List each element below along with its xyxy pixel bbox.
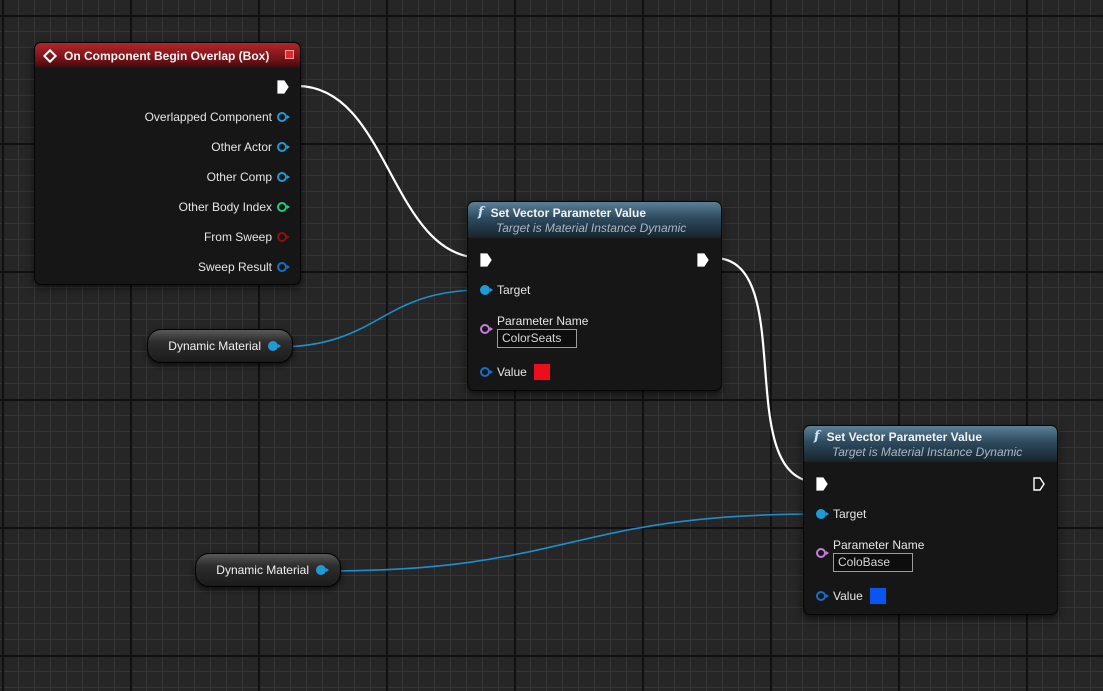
set-vector-node-1-title: Set Vector Parameter Value: [490, 205, 647, 220]
object-pin-icon[interactable]: [277, 172, 290, 182]
event-node-title: On Component Begin Overlap (Box): [64, 48, 270, 63]
pin-row-other-comp[interactable]: Other Comp: [206, 170, 290, 184]
pin-row-other-actor[interactable]: Other Actor: [211, 140, 290, 154]
value-color-swatch[interactable]: [532, 363, 551, 381]
pin-label-from-sweep: From Sweep: [203, 230, 272, 244]
event-node-begin-overlap[interactable]: On Component Begin Overlap (Box) Overlap…: [34, 42, 301, 285]
parameter-name-input[interactable]: ColorSeats: [497, 329, 577, 348]
pin-row-parameter-name[interactable]: Parameter Name ColorSeats: [480, 314, 588, 348]
pin-row-parameter-name[interactable]: Parameter Name ColoBase: [816, 538, 924, 572]
data-wire-var1-to-set1-target: [276, 289, 483, 348]
object-pin-icon[interactable]: [277, 142, 290, 152]
name-pin-icon[interactable]: [816, 548, 829, 558]
function-icon: f: [478, 205, 484, 220]
pin-label-target: Target: [497, 283, 531, 297]
pin-label-parameter-name: Parameter Name: [833, 538, 925, 552]
pin-label-parameter-name: Parameter Name: [497, 314, 589, 328]
data-wire-var2-to-set2-target: [325, 513, 819, 572]
struct-pin-icon[interactable]: [277, 262, 290, 272]
pin-label-value: Value: [497, 365, 527, 379]
event-node-header[interactable]: On Component Begin Overlap (Box): [35, 43, 300, 68]
int-pin-icon[interactable]: [277, 202, 290, 212]
function-icon: f: [814, 429, 820, 444]
set-vector-param-node-1[interactable]: f Set Vector Parameter Value Target is M…: [467, 201, 722, 391]
pin-row-sweep-result[interactable]: Sweep Result: [197, 260, 290, 274]
pin-label-sweep-result: Sweep Result: [197, 260, 272, 274]
set-vector-param-node-2[interactable]: f Set Vector Parameter Value Target is M…: [803, 425, 1058, 615]
vector-pin-icon[interactable]: [480, 367, 493, 377]
exec-in-pin-icon[interactable]: [480, 253, 492, 267]
pin-row-target[interactable]: Target: [480, 283, 530, 297]
value-color-swatch[interactable]: [868, 587, 887, 605]
set-vector-node-2-title: Set Vector Parameter Value: [826, 429, 983, 444]
pin-label-overlapped-component: Overlapped Component: [144, 110, 272, 124]
set-vector-node-1-subtitle: Target is Material Instance Dynamic: [496, 221, 687, 235]
pin-label-target: Target: [833, 507, 867, 521]
object-pin-icon[interactable]: [480, 285, 493, 295]
pin-label-other-body-index: Other Body Index: [178, 200, 272, 214]
set-vector-node-2-subtitle: Target is Material Instance Dynamic: [832, 445, 1023, 459]
object-pin-icon[interactable]: [268, 341, 281, 351]
set-vector-node-2-header[interactable]: f Set Vector Parameter Value Target is M…: [804, 426, 1057, 462]
event-diamond-icon: [42, 48, 58, 63]
variable-label: Dynamic Material: [216, 563, 309, 577]
bool-pin-icon[interactable]: [277, 232, 290, 242]
parameter-name-input[interactable]: ColoBase: [833, 553, 913, 572]
pin-row-other-body-index[interactable]: Other Body Index: [178, 200, 290, 214]
pin-row-target[interactable]: Target: [816, 507, 866, 521]
exec-out-pin-icon[interactable]: [1033, 477, 1045, 491]
object-pin-icon[interactable]: [277, 112, 290, 122]
dynamic-material-getter-2[interactable]: Dynamic Material: [195, 553, 341, 587]
exec-in-pin-icon[interactable]: [816, 477, 828, 491]
dynamic-material-getter-1[interactable]: Dynamic Material: [147, 329, 293, 363]
object-pin-icon[interactable]: [316, 565, 329, 575]
name-pin-icon[interactable]: [480, 324, 493, 334]
pin-row-value[interactable]: Value: [480, 363, 551, 381]
event-exec-out-pin-row[interactable]: [277, 80, 289, 94]
exec-out-pin-icon[interactable]: [697, 253, 709, 267]
pin-row-value[interactable]: Value: [816, 587, 887, 605]
pin-label-other-comp: Other Comp: [206, 170, 272, 184]
exec-out-pin-icon[interactable]: [277, 80, 289, 94]
exec-wire-event-to-set1: [296, 84, 483, 260]
object-pin-icon[interactable]: [816, 509, 829, 519]
pin-row-overlapped-component[interactable]: Overlapped Component: [144, 110, 290, 124]
pin-label-value: Value: [833, 589, 863, 603]
delegate-icon[interactable]: [285, 50, 294, 59]
pin-row-from-sweep[interactable]: From Sweep: [203, 230, 290, 244]
variable-label: Dynamic Material: [168, 339, 261, 353]
set-vector-node-1-header[interactable]: f Set Vector Parameter Value Target is M…: [468, 202, 721, 238]
vector-pin-icon[interactable]: [816, 591, 829, 601]
pin-label-other-actor: Other Actor: [211, 140, 272, 154]
